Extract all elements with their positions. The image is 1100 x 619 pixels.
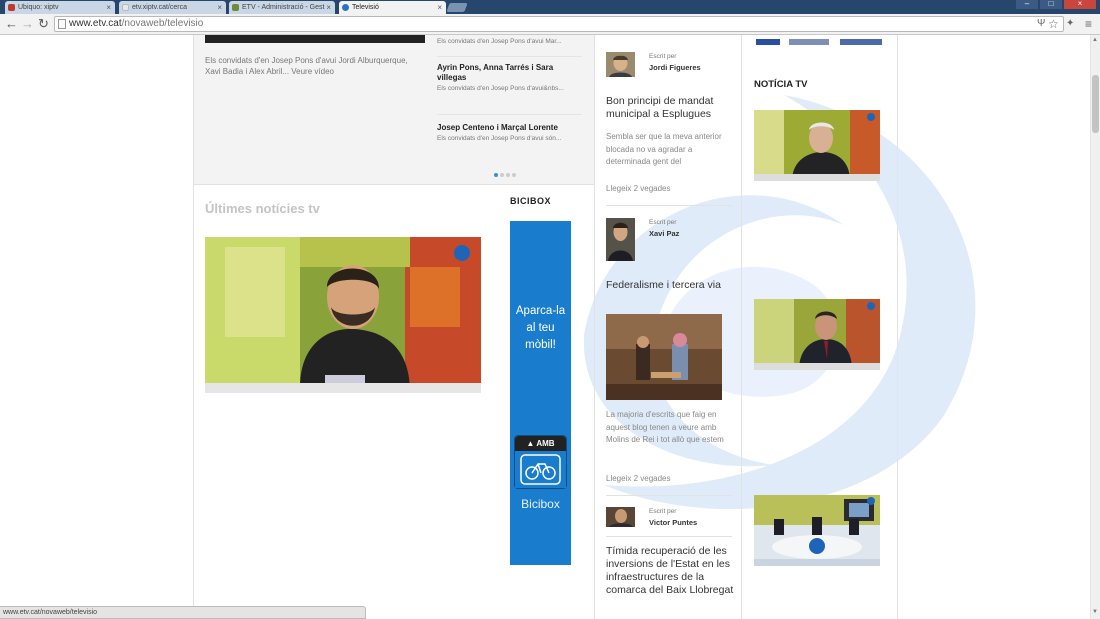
tab-etv-cerca[interactable]: etv.xiptv.cat/cerca × bbox=[119, 1, 226, 14]
tab-favicon-icon bbox=[342, 4, 349, 11]
new-tab-button[interactable] bbox=[446, 3, 468, 12]
amb-arrow-icon: ▲ bbox=[526, 439, 535, 448]
tab-favicon-icon bbox=[232, 4, 239, 11]
menu-icon[interactable]: ≡ bbox=[1085, 17, 1092, 31]
page-viewport: Els convidats d'en Josep Pons d'avui Jor… bbox=[0, 35, 1090, 619]
carousel-item[interactable]: Josep Centeno i Marçal Lorente Els convi… bbox=[437, 123, 582, 145]
browser-tab-bar: Ubiquo: xiptv × etv.xiptv.cat/cerca × ET… bbox=[0, 0, 1100, 14]
page-content: Els convidats d'en Josep Pons d'avui Jor… bbox=[193, 35, 976, 619]
tab-televisio[interactable]: Televisió × bbox=[339, 1, 446, 14]
tab-title: Ubiquo: xiptv bbox=[18, 4, 59, 11]
scroll-up-arrow-icon[interactable]: ▲ bbox=[1092, 37, 1098, 43]
written-by-label: Escrit per bbox=[649, 508, 677, 515]
vertical-scrollbar[interactable]: ▲ ▼ bbox=[1090, 35, 1100, 619]
sponsor-logos bbox=[754, 35, 889, 45]
bookmark-star-icon[interactable]: ☆ bbox=[1048, 17, 1059, 31]
divider bbox=[606, 205, 732, 206]
minimize-button[interactable]: – bbox=[1016, 0, 1038, 9]
ad-brand-name: Bicibox bbox=[521, 497, 560, 511]
post-image[interactable] bbox=[606, 314, 722, 400]
written-by-label: Escrit per bbox=[649, 53, 677, 60]
amb-logo-text: ▲ AMB bbox=[515, 436, 566, 451]
carousel-dot[interactable] bbox=[500, 173, 504, 177]
carousel-pagination bbox=[494, 164, 518, 182]
close-window-button[interactable]: × bbox=[1064, 0, 1096, 9]
news-thumbnail[interactable] bbox=[754, 299, 880, 370]
avatar[interactable] bbox=[606, 507, 635, 527]
post-title[interactable]: Bon principi de mandat municipal a Esplu… bbox=[606, 95, 734, 121]
divider bbox=[606, 536, 732, 537]
tab-ubiquo[interactable]: Ubiquo: xiptv × bbox=[5, 1, 115, 14]
tab-close-icon[interactable]: × bbox=[217, 3, 222, 12]
scrollbar-thumb[interactable] bbox=[1092, 75, 1099, 133]
tab-favicon-icon bbox=[8, 4, 15, 11]
avatar[interactable] bbox=[606, 52, 635, 77]
browser-status-bar: www.etv.cat/novaweb/televisio bbox=[0, 606, 366, 619]
read-count: Llegeix 2 vegades bbox=[606, 184, 671, 193]
divider bbox=[437, 114, 582, 115]
page-icon bbox=[58, 19, 66, 29]
carousel-item[interactable]: Ayrin Pons, Anna Tarrés i Sara villegas … bbox=[437, 63, 582, 95]
author-name[interactable]: Victor Puntes bbox=[649, 518, 697, 527]
tab-close-icon[interactable]: × bbox=[106, 3, 111, 12]
post-excerpt: La majoria d'escrits que faig en aquest … bbox=[606, 410, 724, 444]
ad-slogan-line: mòbil! bbox=[525, 339, 556, 351]
section-heading-bicibox: BICIBOX bbox=[510, 196, 552, 206]
read-count: Llegeix 2 vegades bbox=[606, 474, 671, 483]
ad-slogan-line: al teu bbox=[526, 322, 555, 334]
scroll-down-arrow-icon[interactable]: ▼ bbox=[1092, 609, 1098, 615]
news-carousel: Els convidats d'en Josep Pons d'avui Jor… bbox=[194, 35, 594, 185]
tab-title: Televisió bbox=[352, 4, 379, 11]
tab-title: etv.xiptv.cat/cerca bbox=[132, 4, 187, 11]
url-host: www.etv.cat bbox=[69, 18, 122, 29]
news-thumbnail[interactable] bbox=[754, 495, 880, 566]
avatar[interactable] bbox=[606, 218, 635, 261]
amb-label: AMB bbox=[536, 439, 555, 448]
carousel-dot[interactable] bbox=[512, 173, 516, 177]
divider bbox=[437, 56, 582, 57]
address-bar[interactable]: www.etv.cat/novaweb/televisio bbox=[54, 16, 1064, 32]
post-title[interactable]: Tímida recuperació de les inversions de … bbox=[606, 545, 734, 597]
tab-close-icon[interactable]: × bbox=[437, 3, 442, 12]
carousel-dot[interactable] bbox=[494, 173, 498, 177]
post-excerpt: Sembla ser que la meva anterior blocada … bbox=[606, 132, 722, 166]
url-path: /novaweb/televisio bbox=[121, 18, 204, 29]
bicibox-logo: ▲ AMB bbox=[514, 435, 567, 489]
divider bbox=[606, 495, 732, 496]
section-heading-noticia-tv: NOTÍCIA TV bbox=[754, 79, 808, 90]
browser-toolbar: ← → ↻ www.etv.cat/novaweb/televisio Ψ ☆ … bbox=[0, 14, 1100, 35]
bicycle-icon bbox=[515, 451, 566, 488]
author-name[interactable]: Jordi Figueres bbox=[649, 63, 701, 72]
carousel-item-text: Els convidats d'en Josep Pons d'avui Mar… bbox=[437, 38, 562, 45]
post-title[interactable]: Federalisme i tercera via bbox=[606, 279, 734, 292]
carousel-item-text: Els convidats d'en Josep Pons d'avui són… bbox=[437, 135, 562, 142]
tab-etv-admin[interactable]: ETV - Administració - Gest × bbox=[229, 1, 335, 14]
tab-favicon-icon bbox=[122, 4, 129, 11]
news-thumbnail[interactable] bbox=[754, 110, 880, 181]
back-arrow-icon[interactable]: ← bbox=[5, 17, 18, 31]
forward-arrow-icon[interactable]: → bbox=[21, 17, 34, 31]
blog-column: Escrit per Jordi Figueres Bon principi d… bbox=[594, 35, 742, 619]
extension-puzzle-icon[interactable]: ✦ bbox=[1066, 17, 1074, 31]
carousel-dot[interactable] bbox=[506, 173, 510, 177]
written-by-label: Escrit per bbox=[649, 219, 677, 226]
ad-slogan: Aparca-la al teu mòbil! bbox=[510, 303, 571, 354]
carousel-item-text: Els convidats d'en Josep Pons d'avui&nbs… bbox=[437, 85, 564, 92]
extension-icon[interactable]: Ψ bbox=[1037, 17, 1045, 31]
video-frame-icon bbox=[205, 237, 481, 393]
maximize-button[interactable]: □ bbox=[1040, 0, 1062, 9]
tab-title: ETV - Administració - Gest bbox=[242, 4, 325, 11]
carousel-image-strip bbox=[205, 35, 425, 43]
tab-close-icon[interactable]: × bbox=[326, 3, 331, 12]
bicibox-ad-banner[interactable]: Aparca-la al teu mòbil! ▲ AMB Bicibox bbox=[510, 221, 571, 565]
carousel-item[interactable]: Els convidats d'en Josep Pons d'avui Mar… bbox=[437, 36, 582, 48]
carousel-lead-text: Els convidats d'en Josep Pons d'avui Jor… bbox=[205, 56, 408, 76]
section-heading-ultimes: Últimes notícies tv bbox=[205, 201, 320, 216]
reload-icon[interactable]: ↻ bbox=[38, 17, 49, 31]
video-player[interactable] bbox=[205, 237, 481, 393]
ad-slogan-line: Aparca-la bbox=[515, 305, 566, 317]
carousel-item-title[interactable]: Ayrin Pons, Anna Tarrés i Sara villegas bbox=[437, 63, 582, 83]
carousel-item-title[interactable]: Josep Centeno i Marçal Lorente bbox=[437, 123, 582, 133]
author-name[interactable]: Xavi Paz bbox=[649, 229, 679, 238]
